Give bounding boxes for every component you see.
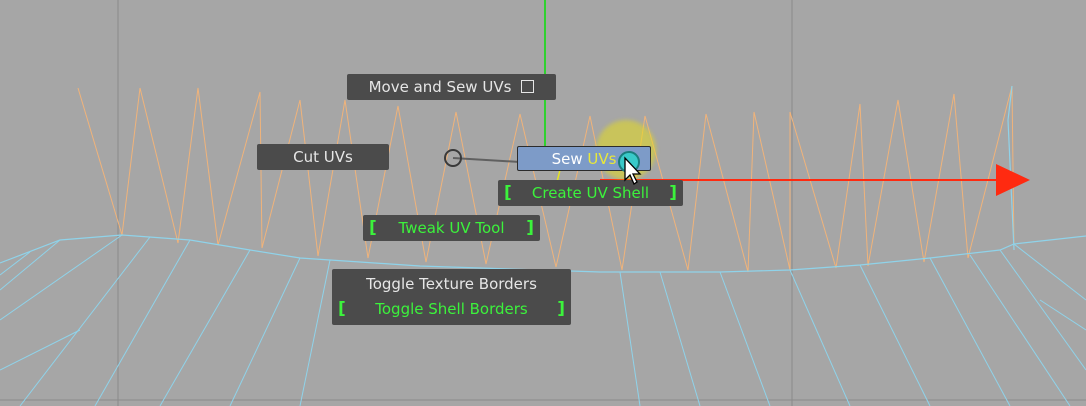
menu-item-create-uv-shell[interactable]: [ Create UV Shell ]: [498, 180, 683, 206]
menu-item-move-and-sew-uvs[interactable]: Move and Sew UVs: [347, 74, 556, 100]
menu-item-label: Toggle Texture Borders: [366, 275, 537, 293]
menu-item-toggle-shell-borders[interactable]: [ Toggle Shell Borders ]: [332, 296, 571, 322]
menu-item-label: Tweak UV Tool: [398, 219, 505, 237]
menu-item-tweak-uv-tool[interactable]: [ Tweak UV Tool ]: [363, 215, 540, 241]
menu-item-toggle-texture-borders[interactable]: Toggle Texture Borders: [332, 271, 571, 297]
menu-item-label: Toggle Shell Borders: [375, 300, 528, 318]
menu-item-label: Cut UVs: [293, 148, 353, 166]
uv-viewport[interactable]: Move and Sew UVs Cut UVs Sew UVs [ Creat…: [0, 0, 1086, 406]
checkbox-icon[interactable]: [521, 80, 535, 93]
menu-item-cut-uvs[interactable]: Cut UVs: [257, 144, 389, 170]
menu-item-label: Sew: [551, 150, 588, 168]
cursor-arrow-icon: [618, 151, 642, 185]
border-toggle-group: Toggle Texture Borders [ Toggle Shell Bo…: [332, 269, 571, 325]
menu-item-label: Move and Sew UVs: [368, 78, 512, 96]
